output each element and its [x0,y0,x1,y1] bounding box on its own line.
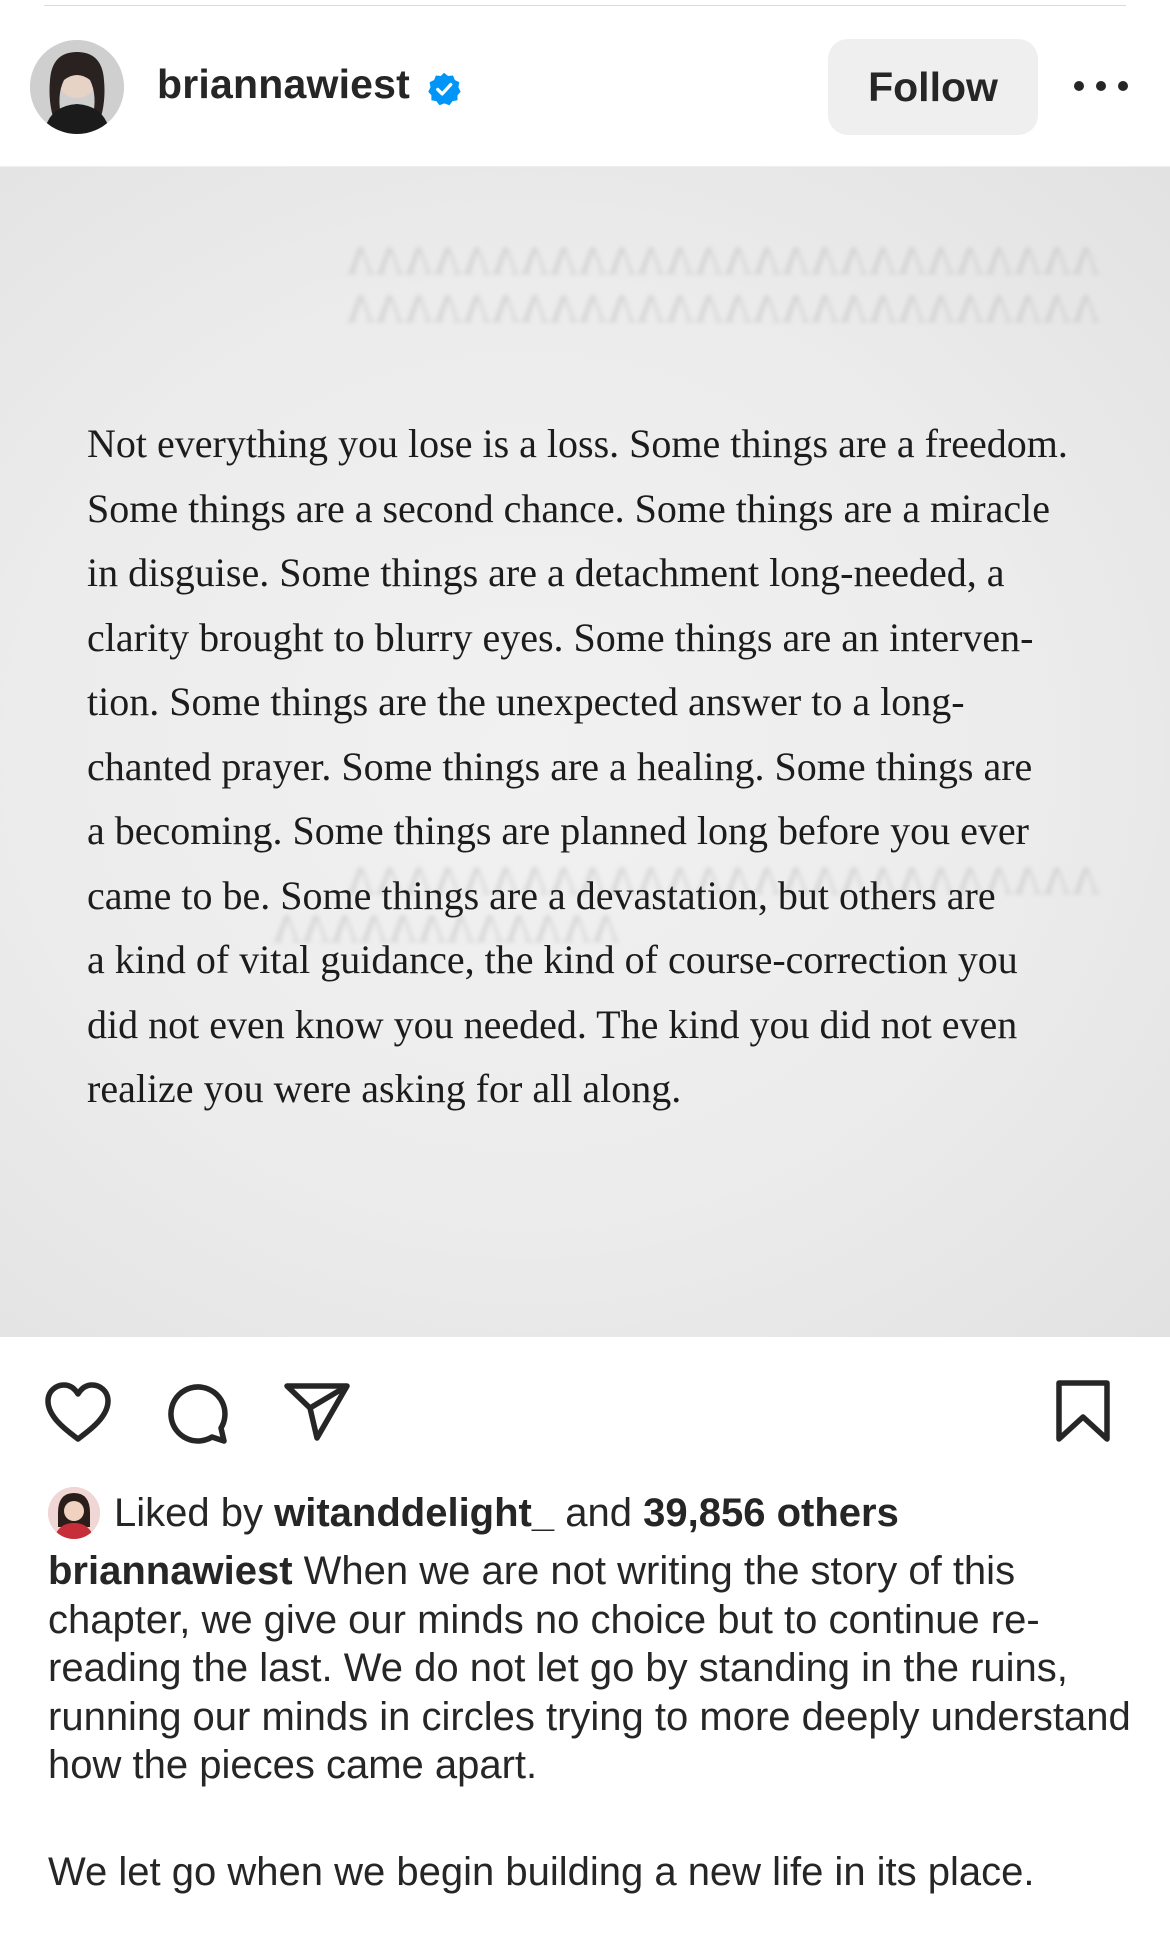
book-page-line: Not everything you lose is a loss. Some … [87,421,1068,466]
caption-paragraph-2: We let go when we begin building a new l… [48,1849,1035,1894]
action-bar [0,1337,1170,1487]
send-icon[interactable] [283,1381,351,1443]
bleed-through-text: ΛΛΛΛΛΛΛΛΛΛΛΛΛΛΛΛΛΛΛΛΛΛΛΛΛΛ [345,286,1100,331]
more-dot [1096,81,1106,91]
follow-button[interactable]: Follow [828,39,1038,135]
post-username[interactable]: briannawiest [157,61,410,108]
more-dot [1118,81,1128,91]
liker-avatar[interactable] [48,1487,100,1539]
book-page-text: Not everything you lose is a loss. Some … [87,412,1081,1122]
bleed-through-text: ΛΛΛΛΛΛΛΛΛΛΛΛΛΛΛΛΛΛΛΛΛΛΛΛΛΛ [345,238,1100,283]
book-page-line: Some things are a second chance. Some th… [87,485,1050,531]
likes-text: Liked by witanddelight_ and 39,856 other… [114,1491,899,1536]
bookmark-icon[interactable] [1054,1379,1112,1443]
book-page-line: chanted prayer. Some things are a healin… [87,743,1033,789]
book-page-line: did not even know you needed. The kind y… [87,1001,1018,1047]
likes-count[interactable]: 39,856 others [643,1491,899,1535]
likes-conjunction: and [565,1490,632,1535]
verified-badge-icon [428,72,461,106]
book-page-line: in disguise. Some things are a detachmen… [87,550,1005,595]
book-page-line: a becoming. Some things are planned long… [87,808,1029,853]
book-page-line: a kind of vital guidance, the kind of co… [87,937,1018,982]
post-header: briannawiest Follow [0,0,1170,166]
post-image[interactable]: ΛΛΛΛΛΛΛΛΛΛΛΛΛΛΛΛΛΛΛΛΛΛΛΛΛΛ ΛΛΛΛΛΛΛΛΛΛΛΛΛ… [0,167,1170,1337]
book-page-line: realize you were asking for all along. [87,1066,682,1111]
caption-paragraph: briannawiest When we are not writing the… [48,1547,1138,1790]
likes-prefix: Liked by [114,1490,263,1535]
more-dot [1074,81,1084,91]
heart-icon[interactable] [44,1381,112,1443]
profile-avatar[interactable] [30,40,124,134]
comment-icon[interactable] [165,1381,229,1445]
book-page-line: tion. Some things are the unexpected ans… [87,679,965,724]
book-page-line: clarity brought to blurry eyes. Some thi… [87,614,1034,660]
post-caption: briannawiest When we are not writing the… [48,1547,1138,1896]
likes-summary[interactable]: Liked by witanddelight_ and 39,856 other… [48,1485,899,1541]
book-page-line: came to be. Some things are a devastatio… [87,872,996,918]
more-options-icon[interactable] [1074,66,1128,106]
liker-username[interactable]: witanddelight_ [274,1491,554,1535]
caption-username[interactable]: briannawiest [48,1549,293,1593]
